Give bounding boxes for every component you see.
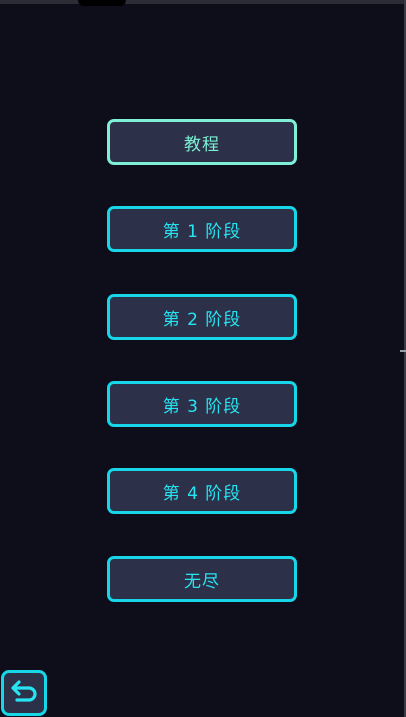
tutorial-button[interactable]: 教程	[107, 119, 297, 165]
stage-3-button[interactable]: 第 3 阶段	[107, 381, 297, 427]
stage-4-button[interactable]: 第 4 阶段	[107, 468, 297, 514]
stage-4-button-label: 第 4 阶段	[162, 483, 242, 504]
right-edge-tick	[400, 350, 406, 352]
stage-2-button[interactable]: 第 2 阶段	[107, 294, 297, 340]
endless-mode-button[interactable]: 无尽	[107, 556, 297, 602]
back-button[interactable]	[1, 670, 47, 716]
tutorial-button-label: 教程	[184, 134, 220, 155]
stage-2-button-label: 第 2 阶段	[162, 309, 242, 330]
stage-1-button[interactable]: 第 1 阶段	[107, 206, 297, 252]
top-notch	[78, 0, 126, 6]
stage-1-button-label: 第 1 阶段	[162, 221, 242, 242]
top-status-bar	[0, 0, 406, 4]
endless-mode-button-label: 无尽	[184, 571, 220, 592]
stage-3-button-label: 第 3 阶段	[162, 396, 242, 417]
return-arrow-icon	[11, 680, 37, 702]
